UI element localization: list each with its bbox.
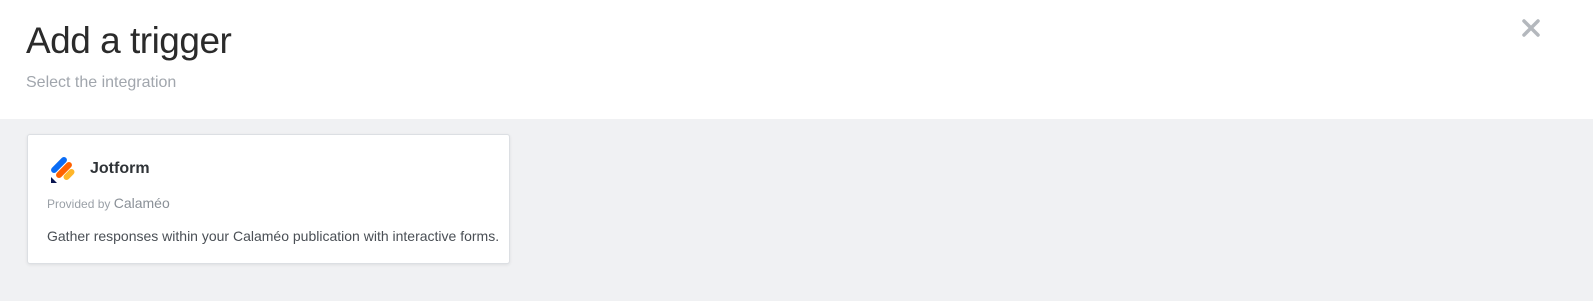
provided-by-label: Provided by [47, 197, 111, 211]
integration-description: Gather responses within your Calaméo pub… [47, 228, 500, 244]
page-title: Add a trigger [26, 20, 232, 61]
provider-name: Calaméo [113, 195, 170, 211]
integration-card-jotform[interactable]: Jotform Provided by Calaméo Gather respo… [27, 134, 510, 264]
jotform-logo-icon [51, 157, 75, 183]
close-button[interactable] [1519, 16, 1543, 40]
dialog-header: Add a trigger Select the integration [0, 0, 1593, 119]
provided-by: Provided by Calaméo [47, 195, 170, 211]
page-subtitle: Select the integration [26, 74, 177, 91]
close-icon [1522, 19, 1540, 37]
integration-list: Jotform Provided by Calaméo Gather respo… [0, 119, 1593, 301]
integration-name: Jotform [90, 160, 150, 177]
